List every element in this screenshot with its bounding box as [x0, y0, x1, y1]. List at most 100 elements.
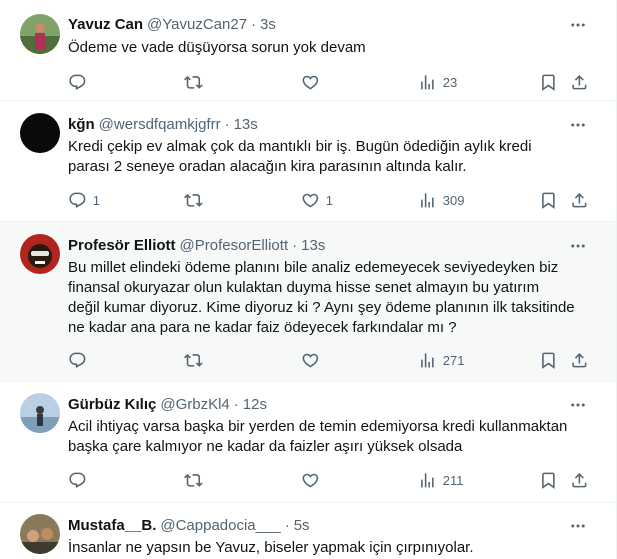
share-button[interactable]	[570, 190, 589, 210]
tweet-text-line: finansal okuryazar olun kulaktan duyma h…	[68, 279, 540, 296]
timestamp[interactable]: 5s	[294, 516, 310, 536]
display-name[interactable]: kğn	[68, 115, 95, 135]
retweet-button[interactable]	[184, 470, 209, 490]
more-options-icon[interactable]	[568, 115, 588, 135]
views-button[interactable]: 309	[418, 190, 464, 210]
user-handle[interactable]: @wersdfqamkjgfrr	[99, 115, 221, 135]
like-button[interactable]	[301, 72, 326, 92]
share-icon	[572, 74, 587, 90]
tweet-text: Ödeme ve vade düşüyorsa sorun yok devam	[68, 38, 604, 58]
action-bar: 211	[68, 470, 604, 490]
action-bar: 23	[68, 72, 604, 92]
action-bar: 271	[68, 350, 604, 370]
bookmark-button[interactable]	[539, 470, 558, 490]
retweet-icon	[184, 193, 203, 207]
avatar[interactable]	[20, 113, 60, 153]
retweet-icon	[184, 75, 203, 89]
retweet-button[interactable]	[184, 350, 209, 370]
tweet-text-line: Bu millet elindeki ödeme planını bile an…	[68, 259, 559, 276]
views-button[interactable]: 23	[418, 72, 457, 92]
tweet-text-line: Kredi çekip ev almak çok da mantıklı bir…	[68, 138, 532, 155]
share-button[interactable]	[570, 72, 589, 92]
user-handle[interactable]: @YavuzCan27	[147, 15, 247, 35]
avatar[interactable]	[20, 14, 60, 54]
tweet-text-line: başka çare kalmıyor ne kadar da faizler …	[68, 438, 463, 455]
timestamp[interactable]: 13s	[301, 236, 325, 256]
tweet-text-line: değil kumar diyoruz. Kime diyoruz ki ? A…	[68, 299, 575, 316]
more-options-icon[interactable]	[568, 516, 588, 536]
share-button[interactable]	[570, 350, 589, 370]
views-chart-icon	[421, 192, 434, 208]
more-options-icon[interactable]	[568, 236, 588, 256]
display-name[interactable]: Yavuz Can	[68, 15, 143, 35]
share-button[interactable]	[570, 470, 589, 490]
separator-dot: ·	[251, 16, 257, 33]
tweet-text: İnsanlar ne yapsın be Yavuz, biseler yap…	[68, 538, 604, 558]
reply-button[interactable]: 1	[68, 190, 100, 210]
tweet-header: Gürbüz Kılıç @GrbzKl4 · 12s	[68, 395, 604, 415]
reply-icon	[69, 192, 86, 208]
tweet[interactable]: kğn @wersdfqamkjgfrr · 13s Kredi çekip e…	[0, 101, 616, 222]
reply-button[interactable]	[68, 72, 93, 92]
share-icon	[572, 472, 587, 488]
display-name[interactable]: Mustafa__B.	[68, 516, 156, 536]
retweet-button[interactable]	[184, 190, 209, 210]
avatar[interactable]	[20, 514, 60, 554]
separator-dot: ·	[224, 116, 230, 133]
retweet-button[interactable]	[184, 72, 209, 92]
view-count: 23	[442, 74, 458, 90]
tweet-header: kğn @wersdfqamkjgfrr · 13s	[68, 115, 604, 135]
tweet-text-line: İnsanlar ne yapsın be Yavuz, biseler yap…	[68, 539, 474, 556]
like-button[interactable]: 1	[301, 190, 333, 210]
display-name[interactable]: Gürbüz Kılıç	[68, 395, 156, 415]
views-button[interactable]: 211	[418, 470, 463, 490]
display-name[interactable]: Profesör Elliott	[68, 236, 176, 256]
heart-icon	[302, 193, 319, 208]
tweet-header: Mustafa__B. @Cappadocia___ · 5s	[68, 516, 604, 536]
bookmark-button[interactable]	[539, 190, 558, 210]
view-count: 271	[442, 352, 465, 368]
avatar[interactable]	[20, 393, 60, 433]
tweet-text: Kredi çekip ev almak çok da mantıklı bir…	[68, 137, 604, 177]
reply-icon	[69, 472, 86, 488]
tweet[interactable]: Yavuz Can @YavuzCan27 · 3s Ödeme ve vade…	[0, 0, 616, 101]
bookmark-icon	[542, 74, 555, 91]
user-handle[interactable]: @GrbzKl4	[160, 395, 229, 415]
separator-dot: ·	[233, 396, 239, 413]
reply-feed: Yavuz Can @YavuzCan27 · 3s Ödeme ve vade…	[0, 0, 617, 559]
heart-icon	[302, 473, 319, 488]
tweet[interactable]: Gürbüz Kılıç @GrbzKl4 · 12s Acil ihtiyaç…	[0, 382, 616, 503]
retweet-icon	[184, 353, 203, 367]
view-count: 309	[442, 192, 465, 208]
timestamp[interactable]: 12s	[243, 395, 267, 415]
more-options-icon[interactable]	[568, 15, 588, 35]
like-button[interactable]	[301, 350, 326, 370]
reply-button[interactable]	[68, 350, 93, 370]
tweet[interactable]: Mustafa__B. @Cappadocia___ · 5s İnsanlar…	[0, 503, 616, 559]
timestamp[interactable]: 3s	[260, 15, 276, 35]
bookmark-button[interactable]	[539, 72, 558, 92]
views-button[interactable]: 271	[418, 350, 464, 370]
bookmark-icon	[542, 472, 555, 489]
heart-icon	[302, 353, 319, 368]
like-count: 1	[325, 192, 333, 208]
share-icon	[572, 352, 587, 368]
action-bar: 1 1 309	[68, 190, 604, 210]
tweet-text: Acil ihtiyaç varsa başka bir yerden de t…	[68, 417, 604, 457]
tweet-text: Bu millet elindeki ödeme planını bile an…	[68, 258, 604, 338]
user-handle[interactable]: @Cappadocia___	[160, 516, 280, 536]
more-options-icon[interactable]	[568, 395, 588, 415]
timestamp[interactable]: 13s	[234, 115, 258, 135]
heart-icon	[302, 75, 319, 90]
retweet-icon	[184, 473, 203, 487]
view-count: 211	[442, 472, 464, 488]
bookmark-button[interactable]	[539, 350, 558, 370]
tweet-text-line: parası 2 seneye oradan alacağın kira par…	[68, 158, 467, 175]
reply-count: 1	[92, 192, 100, 208]
separator-dot: ·	[284, 517, 290, 534]
reply-button[interactable]	[68, 470, 93, 490]
avatar[interactable]	[20, 234, 60, 274]
like-button[interactable]	[301, 470, 326, 490]
user-handle[interactable]: @ProfesorElliott	[180, 236, 289, 256]
tweet[interactable]: Profesör Elliott @ProfesorElliott · 13s …	[0, 222, 616, 382]
